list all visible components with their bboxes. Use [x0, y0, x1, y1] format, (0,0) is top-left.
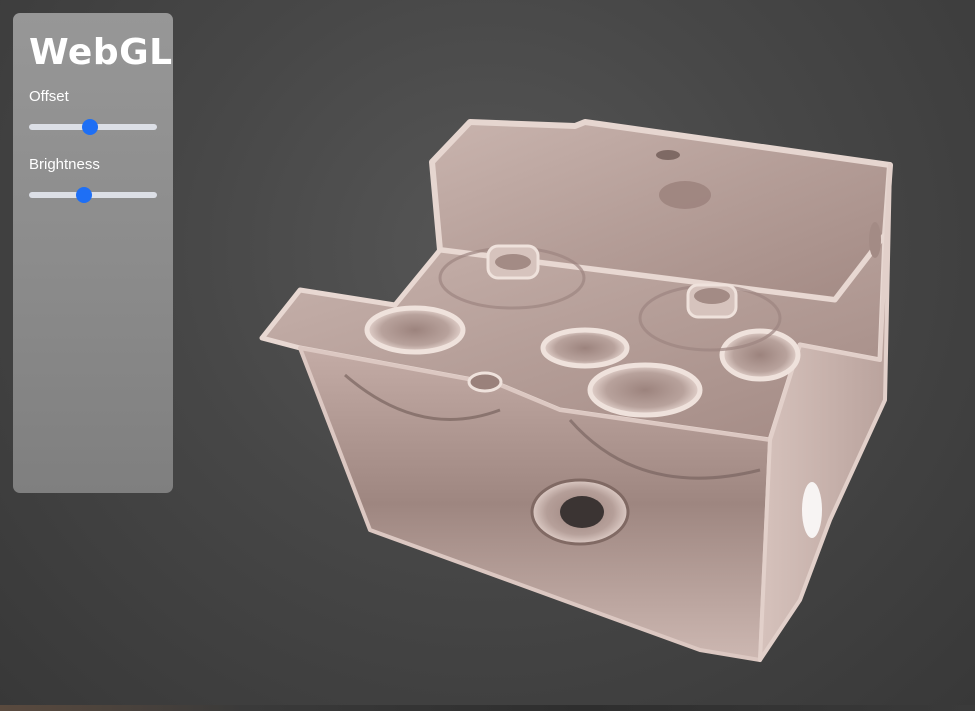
- brightness-slider[interactable]: [29, 183, 157, 207]
- side-hole: [802, 482, 822, 538]
- front-hole-core: [560, 496, 604, 528]
- panel-title: WebGL: [29, 32, 173, 73]
- back-wall-hole: [656, 150, 680, 160]
- bottom-strip: [0, 705, 975, 711]
- slider-thumb[interactable]: [76, 187, 93, 203]
- slider-track: [29, 192, 157, 198]
- deck-hole: [719, 328, 801, 382]
- offset-label: Offset: [29, 88, 69, 105]
- boss-hole: [495, 254, 531, 270]
- brightness-label: Brightness: [29, 156, 100, 173]
- deck-hole: [540, 327, 630, 369]
- slider-thumb[interactable]: [82, 119, 99, 135]
- offset-slider[interactable]: [29, 115, 157, 139]
- control-panel: WebGL Offset Brightness: [13, 13, 173, 493]
- side-hole: [869, 222, 881, 258]
- deck-hole: [587, 362, 703, 418]
- deck-hole: [364, 305, 466, 355]
- boss-hole: [694, 288, 730, 304]
- deck-hole-small: [467, 371, 503, 393]
- back-wall-hole: [659, 181, 711, 209]
